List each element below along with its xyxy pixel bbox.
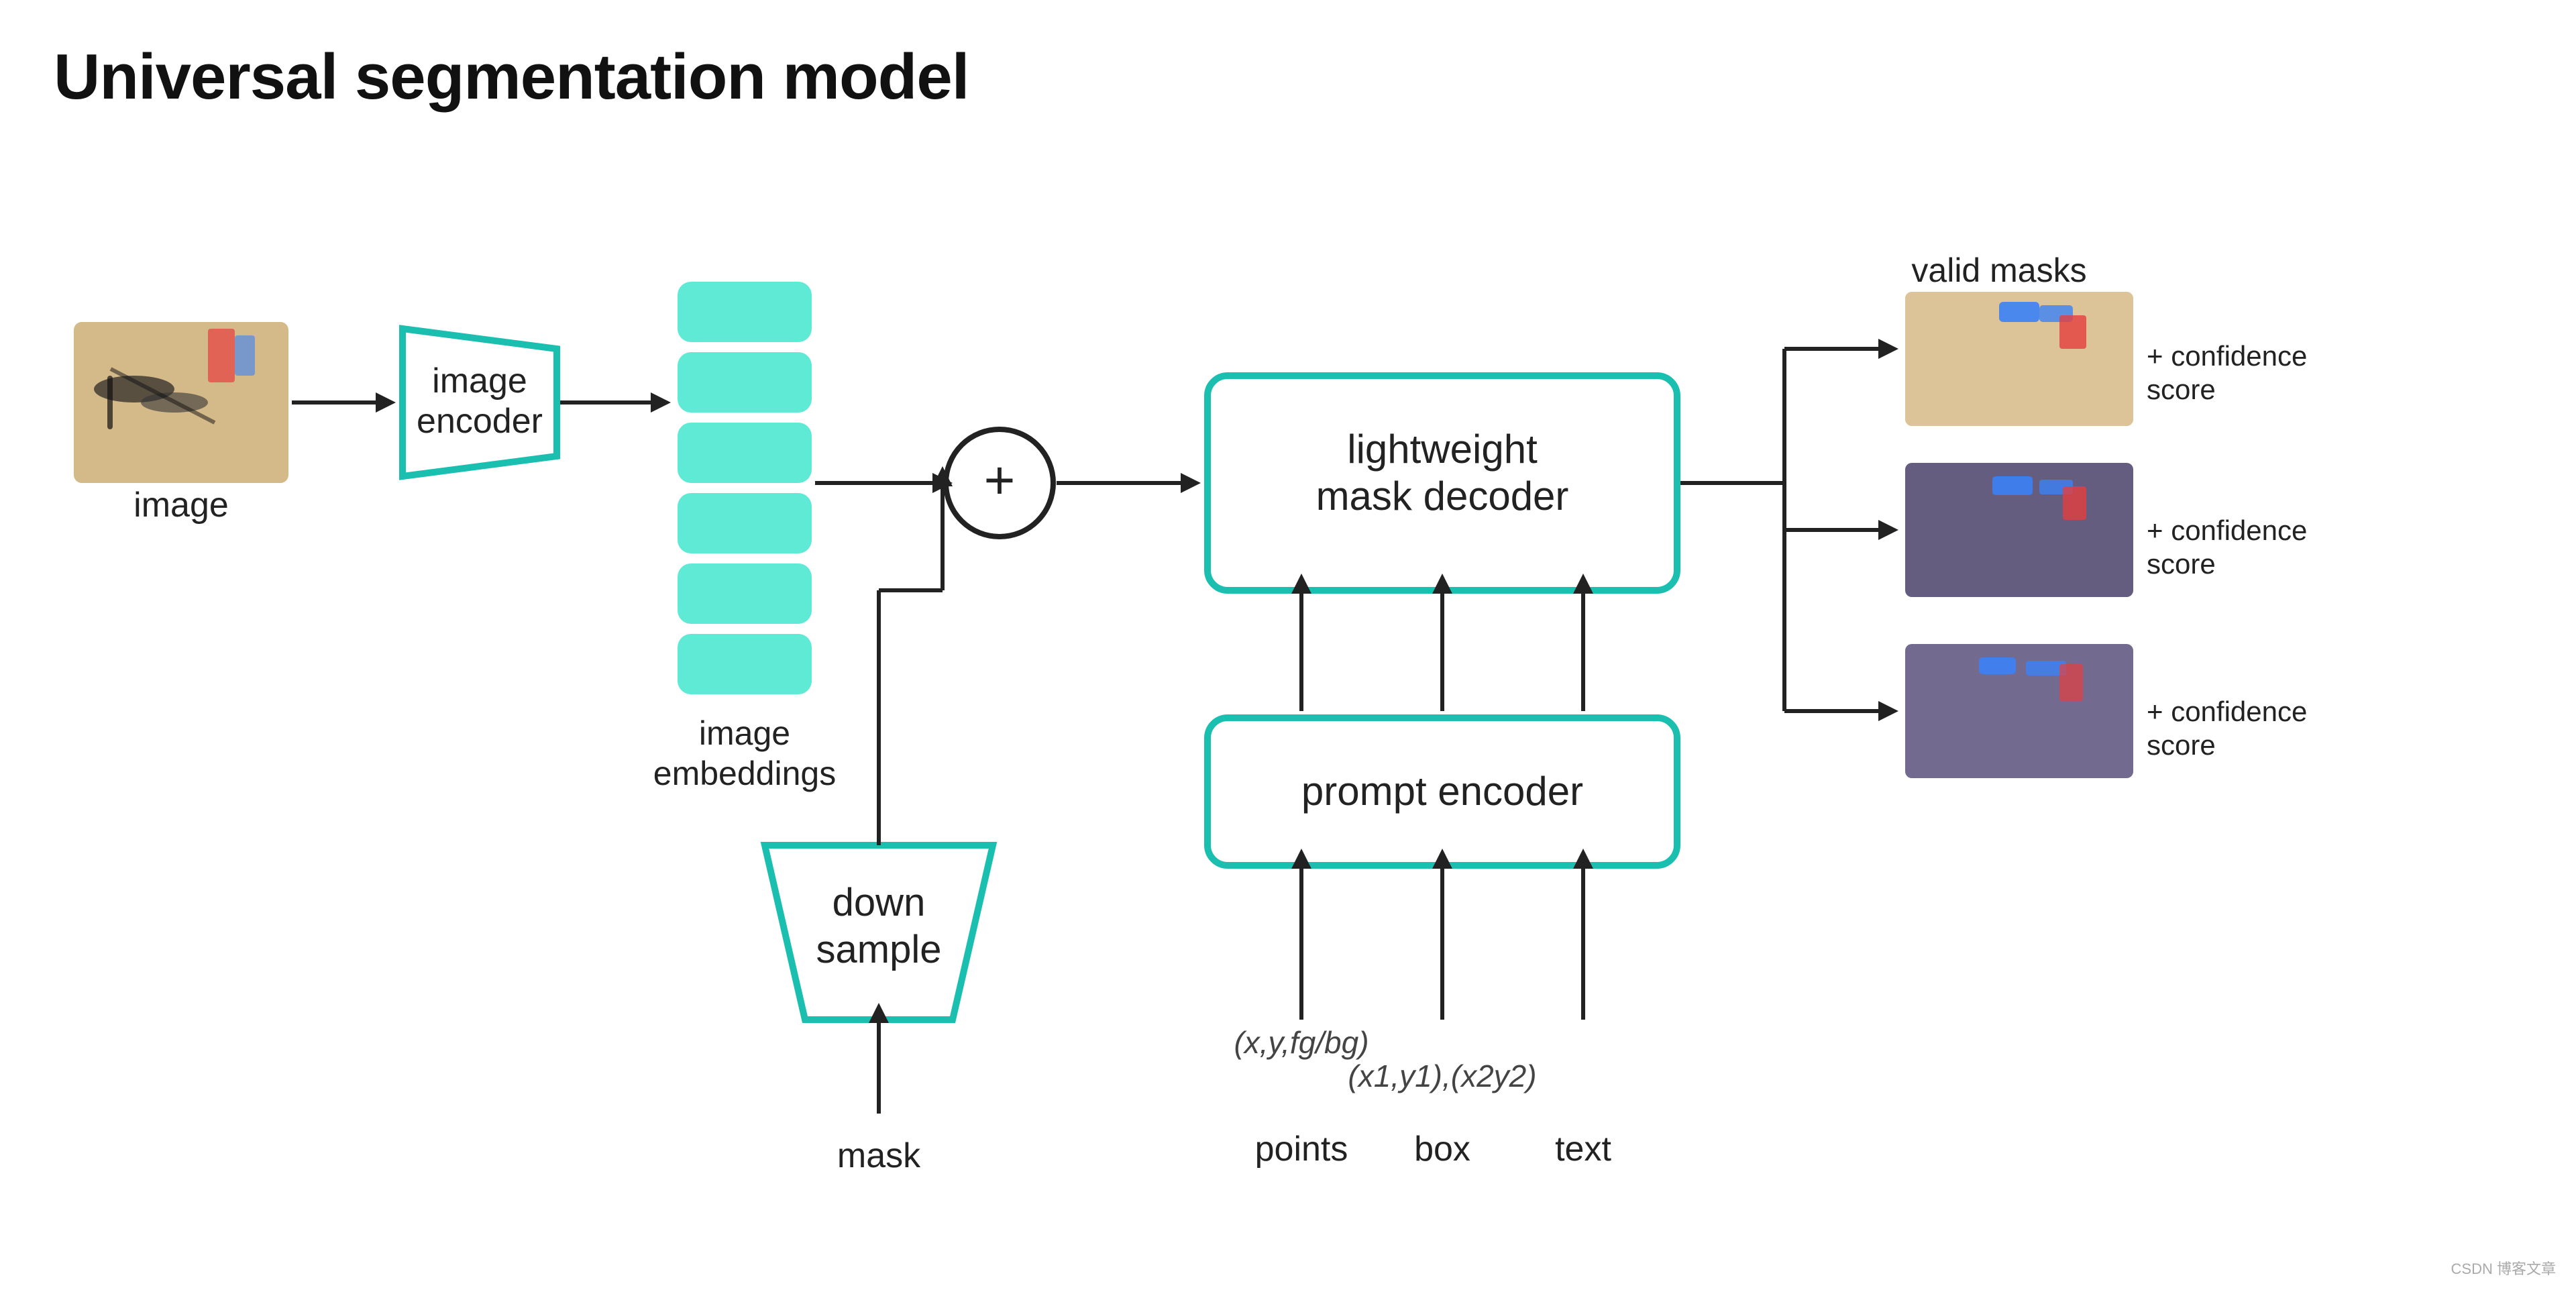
svg-text:score: score [2147,548,2216,580]
text-label: text [1555,1130,1611,1169]
svg-text:embeddings: embeddings [653,755,836,792]
box-label: box [1414,1130,1470,1169]
image-embeddings-label: image [699,714,790,752]
svg-text:+: + [984,450,1016,510]
watermark: CSDN 博客文章 [2451,1257,2556,1279]
points-label: points [1255,1130,1348,1169]
box-formula: (x1,y1),(x2y2) [1348,1059,1536,1093]
svg-text:+ confidence: + confidence [2147,696,2307,727]
svg-text:image: image [432,362,527,400]
svg-text:down: down [833,881,926,924]
diagram-svg: image image encoder image embeddings + l… [54,121,2536,1248]
image-label: image [133,486,229,525]
page-title: Universal segmentation model [54,40,969,114]
valid-masks-label: valid masks [1911,252,2086,289]
points-formula: (x,y,fg/bg) [1234,1025,1368,1060]
svg-text:lightweight: lightweight [1347,427,1538,472]
svg-text:score: score [2147,374,2216,405]
svg-text:+ confidence: + confidence [2147,515,2307,546]
svg-text:prompt encoder: prompt encoder [1301,769,1583,814]
mask-label: mask [837,1136,921,1175]
svg-text:encoder: encoder [417,402,543,441]
svg-text:mask decoder: mask decoder [1316,474,1569,519]
svg-text:score: score [2147,729,2216,761]
svg-text:sample: sample [816,928,942,971]
svg-text:+ confidence: + confidence [2147,340,2307,372]
